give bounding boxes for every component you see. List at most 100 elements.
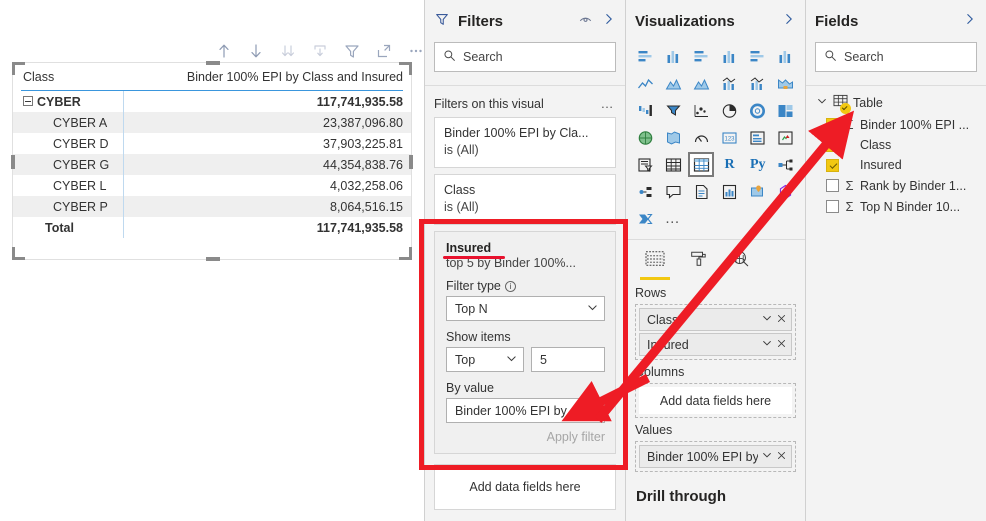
card-icon[interactable]: 123 (716, 125, 742, 150)
matrix-row[interactable]: CYBER L 4,032,258.06 (13, 175, 411, 196)
apply-filter-button[interactable]: Apply filter (446, 423, 605, 444)
decomposition-tree-icon[interactable] (773, 152, 799, 177)
stacked-area-chart-icon[interactable] (688, 71, 714, 96)
slicer-icon[interactable] (632, 152, 658, 177)
show-items-count-input[interactable]: 5 (531, 347, 605, 372)
line-and-clustered-column-chart-icon[interactable] (745, 71, 771, 96)
field-list-item[interactable]: Σ Binder 100% EPI ... (806, 114, 986, 135)
matrix-icon[interactable] (688, 152, 715, 177)
smart-narrative-icon[interactable] (716, 179, 742, 204)
drill-up-icon[interactable] (215, 42, 233, 60)
kpi-icon[interactable] (773, 125, 799, 150)
100-stacked-bar-chart-icon[interactable] (745, 44, 771, 69)
100-stacked-column-chart-icon[interactable] (773, 44, 799, 69)
resize-handle-tl-v[interactable] (12, 62, 15, 75)
eye-hide-icon[interactable] (577, 10, 594, 32)
area-chart-icon[interactable] (660, 71, 686, 96)
remove-field-icon[interactable] (776, 338, 787, 352)
matrix-row[interactable]: CYBER A 23,387,096.80 (13, 112, 411, 133)
field-list-item[interactable]: Class (806, 135, 986, 155)
filters-search-input[interactable]: Search (434, 42, 616, 72)
map-icon[interactable] (632, 125, 658, 150)
field-list-item[interactable]: Σ Top N Binder 10... (806, 196, 986, 217)
scatter-chart-icon[interactable] (688, 98, 714, 123)
remove-field-icon[interactable] (776, 313, 787, 327)
well-field-chip[interactable]: Class (639, 308, 792, 331)
chevron-right-icon[interactable] (602, 12, 616, 31)
filter-type-dropdown[interactable]: Top N (446, 296, 605, 321)
resize-handle-br-v[interactable] (409, 247, 412, 260)
chevron-down-icon[interactable] (761, 312, 773, 327)
fields-search-input[interactable]: Search (815, 42, 977, 72)
resize-handle-bottom[interactable] (206, 257, 220, 261)
resize-handle-tr-v[interactable] (409, 62, 412, 75)
chevron-down-icon[interactable] (761, 449, 773, 464)
by-value-field-dropdown[interactable]: Binder 100% EPI by Cl... (446, 398, 605, 423)
resize-handle-top[interactable] (206, 61, 220, 65)
remove-field-icon[interactable] (587, 403, 599, 418)
r-script-visual-icon[interactable]: R (716, 152, 742, 177)
field-checkbox[interactable] (826, 200, 839, 213)
filters-drop-zone[interactable]: Add data fields here (434, 464, 616, 510)
power-automate-icon[interactable] (632, 206, 658, 231)
row-collapse-toggle[interactable] (23, 96, 33, 106)
line-chart-icon[interactable] (632, 71, 658, 96)
well-dropzone[interactable]: Class Insured (635, 304, 796, 360)
matrix-row[interactable]: CYBER 117,741,935.58 (13, 91, 411, 112)
well-field-chip[interactable]: Insured (639, 333, 792, 356)
resize-handle-bl-v[interactable] (12, 247, 15, 260)
gauge-icon[interactable] (688, 125, 714, 150)
filled-map-icon[interactable] (660, 125, 686, 150)
column-header-class[interactable]: Class (23, 70, 123, 84)
field-checkbox[interactable] (826, 158, 839, 172)
field-checkbox[interactable] (826, 179, 839, 192)
matrix-visual[interactable]: Class Binder 100% EPI by Class and Insur… (11, 61, 413, 261)
info-icon[interactable]: i (504, 280, 516, 292)
well-empty-placeholder[interactable]: Add data fields here (639, 387, 792, 414)
stacked-column-chart-icon[interactable] (660, 44, 686, 69)
get-more-visuals-icon[interactable]: … (660, 206, 686, 231)
analytics-tab[interactable] (730, 250, 751, 281)
expand-all-icon[interactable] (279, 42, 297, 60)
arcgis-map-icon[interactable] (745, 179, 771, 204)
drill-down-icon[interactable] (247, 42, 265, 60)
key-influencers-icon[interactable] (632, 179, 658, 204)
well-field-chip[interactable]: Binder 100% EPI by Clas (639, 445, 792, 468)
powerapps-icon[interactable] (773, 179, 799, 204)
more-options-icon[interactable] (407, 42, 425, 60)
line-and-stacked-column-chart-icon[interactable] (716, 71, 742, 96)
clustered-column-chart-icon[interactable] (716, 44, 742, 69)
ellipsis-icon[interactable]: … (601, 96, 616, 111)
stacked-bar-chart-icon[interactable] (632, 44, 658, 69)
insured-filter-card[interactable]: Insured top 5 by Binder 100%... Filter t… (434, 231, 616, 454)
go-to-next-level-icon[interactable] (311, 42, 329, 60)
format-tab[interactable] (688, 250, 708, 281)
python-visual-icon[interactable]: Py (745, 152, 771, 177)
column-header-measure[interactable]: Binder 100% EPI by Class and Insured (123, 70, 403, 84)
q-and-a-icon[interactable] (660, 179, 686, 204)
matrix-row[interactable]: CYBER P 8,064,516.15 (13, 196, 411, 217)
field-list-item[interactable]: Σ Rank by Binder 1... (806, 175, 986, 196)
focus-mode-icon[interactable] (375, 42, 393, 60)
paginated-report-icon[interactable] (688, 179, 714, 204)
show-items-direction-dropdown[interactable]: Top (446, 347, 524, 372)
fields-table-node[interactable]: Table (806, 86, 986, 114)
field-list-item[interactable]: Insured (806, 155, 986, 175)
field-checkbox[interactable] (826, 118, 839, 131)
treemap-icon[interactable] (773, 98, 799, 123)
chevron-down-icon[interactable] (571, 403, 584, 419)
ribbon-chart-icon[interactable] (773, 71, 799, 96)
multi-row-card-icon[interactable] (745, 125, 771, 150)
resize-handle-left[interactable] (11, 155, 15, 169)
chevron-down-icon[interactable] (761, 337, 773, 352)
filter-card[interactable]: Class is (All) (434, 174, 616, 225)
chevron-right-icon[interactable] (782, 12, 796, 31)
insured-filter-title[interactable]: Insured (443, 241, 505, 259)
donut-chart-icon[interactable] (745, 98, 771, 123)
matrix-row[interactable]: CYBER D 37,903,225.81 (13, 133, 411, 154)
field-checkbox[interactable] (826, 138, 839, 152)
resize-handle-right[interactable] (409, 155, 413, 169)
filter-icon[interactable] (343, 42, 361, 60)
waterfall-chart-icon[interactable] (632, 98, 658, 123)
fields-tab[interactable] (640, 250, 670, 281)
